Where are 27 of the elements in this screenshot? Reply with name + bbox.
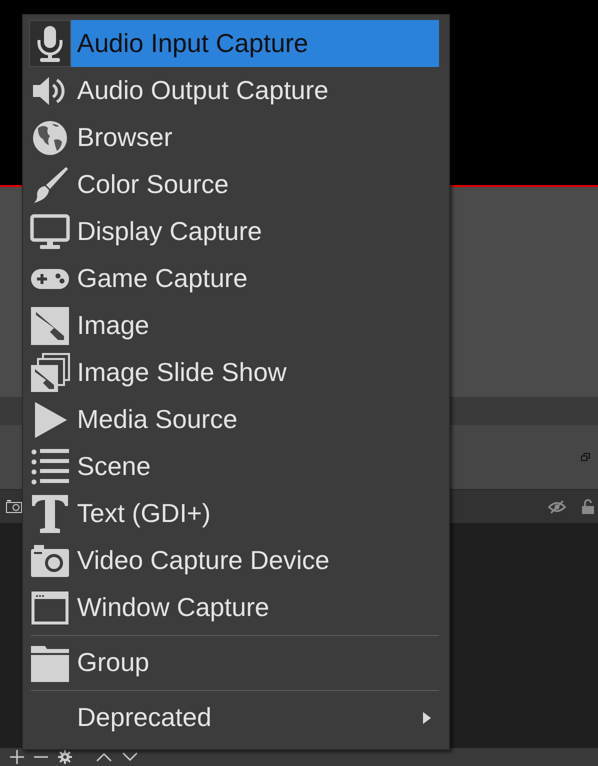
eye-slash-icon[interactable] [548,500,566,514]
menu-item[interactable]: Browser [71,114,439,161]
submenu-arrow-icon [423,712,431,724]
menu-item[interactable]: Scene [71,443,439,490]
image-icon [30,306,70,346]
menu-item[interactable]: Image Slide Show [71,349,439,396]
menu-item[interactable]: Audio Input Capture [71,20,439,67]
menu-item[interactable]: Window Capture [71,584,439,631]
list-icon [30,446,70,486]
menu-item[interactable]: Game Capture [71,255,439,302]
add-icon[interactable] [10,750,24,764]
lock-icon[interactable] [582,499,594,514]
text-icon [30,494,70,534]
camera-icon [6,500,22,513]
menu-item[interactable]: Display Capture [71,208,439,255]
menu-item[interactable]: Image [71,302,439,349]
image-stack-icon [30,352,70,392]
move-down-icon[interactable] [122,752,138,762]
menu-item[interactable]: Group [71,639,439,686]
menu-item[interactable]: Media Source [71,396,439,443]
menu-item[interactable]: Deprecated [71,694,439,741]
menu-item[interactable]: Audio Output Capture [71,67,439,114]
monitor-icon [30,212,70,252]
menu-item[interactable]: Text (GDI+) [71,490,439,537]
menu-item[interactable]: Color Source [71,161,439,208]
menu-item[interactable]: Video Capture Device [71,537,439,584]
move-up-icon[interactable] [96,752,112,762]
